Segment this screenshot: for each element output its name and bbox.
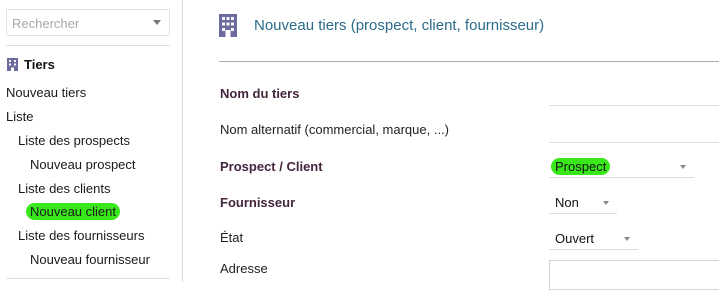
address-label: Adresse: [220, 261, 268, 276]
chevron-down-icon: [603, 201, 609, 205]
page-header: Nouveau tiers (prospect, client, fournis…: [219, 14, 544, 37]
state-value: Ouvert: [555, 231, 595, 246]
menu-item-new-thirdparty[interactable]: Nouveau tiers: [6, 85, 86, 100]
search-placeholder: Rechercher: [12, 16, 80, 31]
menu-item-prospect-list[interactable]: Liste des prospects: [18, 133, 130, 148]
chevron-down-icon: [624, 237, 630, 241]
name-input[interactable]: [549, 105, 719, 106]
menu-divider: [6, 45, 170, 46]
sidebar: Rechercher Tiers Nouveau tiers Liste Lis…: [0, 0, 183, 282]
menu-divider-bottom: [6, 278, 170, 279]
supplier-value: Non: [555, 195, 579, 210]
prospect-value-text: Prospect: [551, 158, 611, 175]
alt-name-input[interactable]: [549, 142, 719, 143]
prospect-client-label: Prospect / Client: [220, 159, 323, 174]
state-select[interactable]: Ouvert: [549, 228, 638, 250]
menu-title-tiers[interactable]: Tiers: [7, 57, 55, 72]
main-content: Nouveau tiers (prospect, client, fournis…: [183, 0, 719, 290]
chevron-down-icon: [153, 20, 161, 25]
state-label: État: [220, 230, 244, 245]
prospect-client-value: Prospect: [551, 158, 611, 175]
name-label: Nom du tiers: [220, 86, 300, 101]
address-textarea[interactable]: [549, 260, 719, 290]
prospect-client-select[interactable]: Prospect: [549, 156, 694, 178]
building-icon: [219, 14, 237, 37]
menu-item-new-supplier[interactable]: Nouveau fournisseur: [30, 252, 150, 267]
alt-name-label: Nom alternatif (commercial, marque, ...): [220, 122, 450, 137]
chevron-down-icon: [680, 165, 686, 169]
menu-item-list[interactable]: Liste: [6, 109, 33, 124]
menu-item-new-prospect[interactable]: Nouveau prospect: [30, 157, 136, 172]
menu-item-supplier-list[interactable]: Liste des fournisseurs: [18, 228, 144, 243]
supplier-label: Fournisseur: [220, 195, 296, 210]
supplier-select[interactable]: Non: [549, 192, 617, 214]
building-icon: [7, 58, 18, 71]
title-divider: [219, 61, 719, 62]
new-customer-label: Nouveau client: [26, 203, 120, 220]
menu-title-label: Tiers: [24, 57, 55, 72]
page-title: Nouveau tiers (prospect, client, fournis…: [254, 17, 545, 34]
menu-item-customer-list[interactable]: Liste des clients: [18, 181, 111, 196]
menu-item-new-customer[interactable]: Nouveau client: [26, 203, 120, 220]
search-select[interactable]: Rechercher: [6, 9, 170, 36]
